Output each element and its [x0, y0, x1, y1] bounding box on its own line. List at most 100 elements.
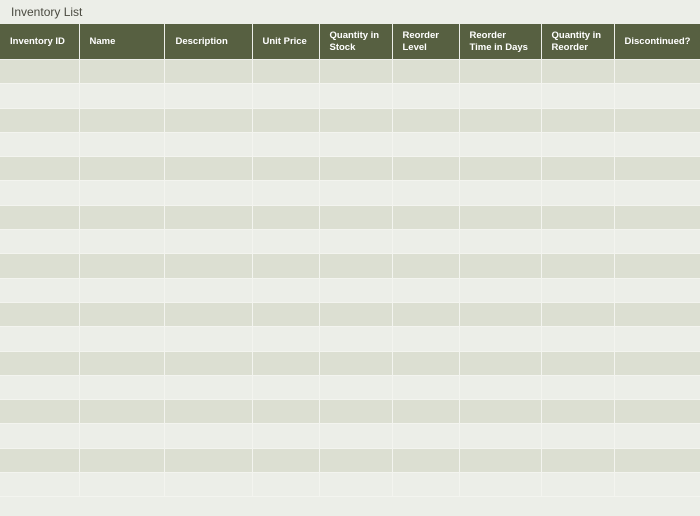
column-header-reorder-time[interactable]: Reorder Time in Days	[458, 24, 542, 60]
table-cell[interactable]	[391, 180, 460, 206]
table-cell[interactable]	[318, 326, 393, 352]
table-cell[interactable]	[251, 58, 320, 85]
table-cell[interactable]	[458, 58, 542, 85]
table-cell[interactable]	[78, 277, 165, 303]
table-cell[interactable]	[613, 472, 700, 498]
table-cell[interactable]	[163, 423, 253, 449]
table-cell[interactable]	[318, 83, 393, 109]
table-cell[interactable]	[391, 399, 460, 425]
table-cell[interactable]	[458, 326, 542, 352]
table-cell[interactable]	[458, 180, 542, 206]
table-cell[interactable]	[0, 58, 80, 85]
table-cell[interactable]	[0, 204, 80, 231]
table-cell[interactable]	[613, 301, 700, 328]
table-cell[interactable]	[0, 374, 80, 401]
table-cell[interactable]	[0, 156, 80, 182]
table-cell[interactable]	[613, 180, 700, 206]
table-cell[interactable]	[163, 301, 253, 328]
table-cell[interactable]	[163, 156, 253, 182]
table-cell[interactable]	[613, 277, 700, 303]
table-cell[interactable]	[458, 423, 542, 449]
table-cell[interactable]	[391, 229, 460, 255]
table-cell[interactable]	[540, 58, 615, 85]
table-cell[interactable]	[78, 399, 165, 425]
table-cell[interactable]	[163, 58, 253, 85]
table-cell[interactable]	[391, 301, 460, 328]
table-cell[interactable]	[0, 229, 80, 255]
table-cell[interactable]	[0, 301, 80, 328]
table-cell[interactable]	[78, 350, 165, 376]
column-header-unit-price[interactable]: Unit Price	[251, 24, 320, 60]
table-cell[interactable]	[78, 58, 165, 85]
table-cell[interactable]	[613, 253, 700, 279]
table-cell[interactable]	[0, 350, 80, 376]
table-cell[interactable]	[251, 399, 320, 425]
table-cell[interactable]	[613, 447, 700, 474]
table-cell[interactable]	[251, 447, 320, 474]
table-cell[interactable]	[318, 301, 393, 328]
table-cell[interactable]	[163, 326, 253, 352]
table-cell[interactable]	[391, 472, 460, 498]
table-cell[interactable]	[540, 399, 615, 425]
table-cell[interactable]	[0, 253, 80, 279]
table-cell[interactable]	[251, 156, 320, 182]
table-cell[interactable]	[78, 253, 165, 279]
table-cell[interactable]	[391, 277, 460, 303]
table-cell[interactable]	[540, 204, 615, 231]
table-cell[interactable]	[391, 131, 460, 158]
table-cell[interactable]	[391, 107, 460, 133]
table-cell[interactable]	[540, 447, 615, 474]
table-cell[interactable]	[78, 107, 165, 133]
table-cell[interactable]	[391, 156, 460, 182]
table-cell[interactable]	[251, 301, 320, 328]
table-cell[interactable]	[251, 107, 320, 133]
table-cell[interactable]	[613, 399, 700, 425]
table-cell[interactable]	[318, 447, 393, 474]
table-cell[interactable]	[251, 326, 320, 352]
table-cell[interactable]	[78, 131, 165, 158]
table-cell[interactable]	[458, 301, 542, 328]
table-cell[interactable]	[251, 277, 320, 303]
table-cell[interactable]	[540, 156, 615, 182]
table-cell[interactable]	[163, 204, 253, 231]
table-cell[interactable]	[0, 277, 80, 303]
table-cell[interactable]	[458, 374, 542, 401]
table-cell[interactable]	[613, 423, 700, 449]
table-cell[interactable]	[458, 472, 542, 498]
table-cell[interactable]	[0, 180, 80, 206]
table-cell[interactable]	[163, 447, 253, 474]
table-cell[interactable]	[318, 204, 393, 231]
table-cell[interactable]	[318, 253, 393, 279]
table-cell[interactable]	[318, 277, 393, 303]
table-cell[interactable]	[540, 277, 615, 303]
table-cell[interactable]	[0, 131, 80, 158]
table-cell[interactable]	[318, 156, 393, 182]
table-cell[interactable]	[540, 350, 615, 376]
table-cell[interactable]	[613, 83, 700, 109]
table-cell[interactable]	[391, 350, 460, 376]
table-cell[interactable]	[318, 180, 393, 206]
table-cell[interactable]	[78, 423, 165, 449]
table-cell[interactable]	[391, 204, 460, 231]
table-cell[interactable]	[251, 229, 320, 255]
table-cell[interactable]	[458, 350, 542, 376]
table-cell[interactable]	[613, 374, 700, 401]
table-cell[interactable]	[163, 180, 253, 206]
table-cell[interactable]	[613, 229, 700, 255]
column-header-name[interactable]: Name	[78, 24, 165, 60]
table-cell[interactable]	[318, 399, 393, 425]
table-cell[interactable]	[163, 374, 253, 401]
table-cell[interactable]	[613, 58, 700, 85]
table-cell[interactable]	[251, 180, 320, 206]
table-cell[interactable]	[78, 229, 165, 255]
table-cell[interactable]	[251, 204, 320, 231]
table-cell[interactable]	[78, 180, 165, 206]
table-cell[interactable]	[318, 374, 393, 401]
table-cell[interactable]	[458, 447, 542, 474]
table-cell[interactable]	[540, 83, 615, 109]
table-cell[interactable]	[391, 447, 460, 474]
table-cell[interactable]	[540, 180, 615, 206]
table-cell[interactable]	[78, 472, 165, 498]
table-cell[interactable]	[78, 301, 165, 328]
table-cell[interactable]	[251, 131, 320, 158]
